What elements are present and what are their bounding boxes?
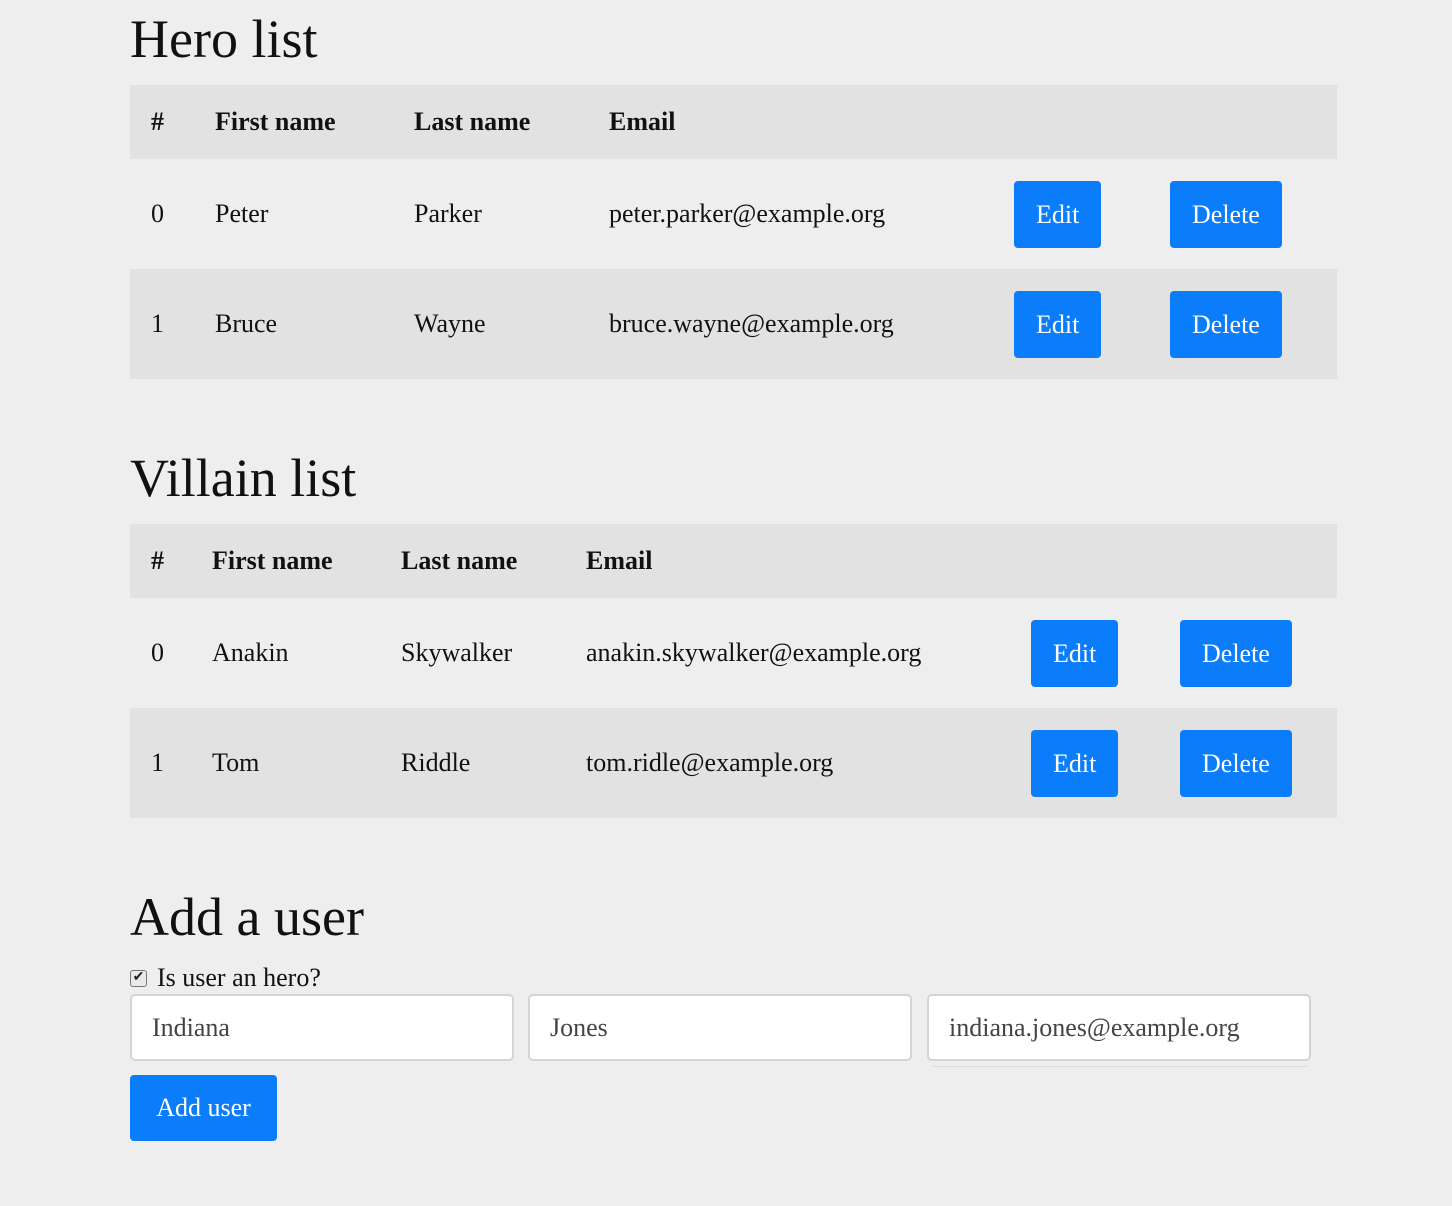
row-last-name: Parker bbox=[414, 199, 482, 228]
column-header-edit bbox=[1031, 524, 1180, 598]
row-email: tom.ridle@example.org bbox=[586, 708, 1031, 818]
edit-button[interactable]: Edit bbox=[1031, 729, 1119, 797]
add-user-button[interactable]: Add user bbox=[130, 1075, 277, 1141]
row-index: 1 bbox=[130, 708, 212, 818]
villain-table: # First name Last name Email 0 Anakin Sk… bbox=[130, 524, 1337, 818]
delete-button[interactable]: Delete bbox=[1170, 180, 1282, 248]
row-last-name: Skywalker bbox=[401, 638, 513, 667]
column-header-index: # bbox=[130, 85, 215, 159]
hero-checkbox-label: Is user an hero? bbox=[157, 963, 321, 992]
row-email: anakin.skywalker@example.org bbox=[586, 638, 922, 667]
column-header-last-name: Last name bbox=[414, 85, 609, 159]
first-name-input[interactable]: Indiana bbox=[130, 994, 514, 1061]
column-header-edit bbox=[1014, 85, 1170, 159]
row-first-name: Tom bbox=[212, 708, 401, 818]
row-index: 0 bbox=[151, 638, 164, 667]
hero-table: # First name Last name Email 0 Peter Par… bbox=[130, 85, 1337, 379]
hero-checkbox-row[interactable]: ✔ Is user an hero? bbox=[130, 963, 321, 993]
column-header-index: # bbox=[130, 524, 212, 598]
row-delete-cell: Delete bbox=[1170, 159, 1337, 269]
row-first-name: Peter bbox=[215, 199, 269, 228]
edit-button[interactable]: Edit bbox=[1031, 619, 1119, 687]
row-edit-cell: Edit bbox=[1014, 159, 1170, 269]
table-row: 1 Bruce Wayne bruce.wayne@example.org Ed… bbox=[130, 269, 1337, 379]
column-header-delete bbox=[1170, 85, 1337, 159]
table-row: 0 Peter Parker peter.parker@example.org … bbox=[130, 159, 1337, 269]
table-row: 0 Anakin Skywalker anakin.skywalker@exam… bbox=[130, 598, 1337, 708]
page: Hero list # First name Last name Email 0… bbox=[0, 0, 1452, 1206]
last-name-input[interactable]: Jones bbox=[528, 994, 912, 1061]
email-input-underline bbox=[932, 1066, 1308, 1067]
villain-list-title: Villain list bbox=[130, 448, 357, 508]
row-first-name: Bruce bbox=[215, 269, 414, 379]
hero-list-title: Hero list bbox=[130, 9, 318, 69]
add-user-title: Add a user bbox=[130, 887, 364, 947]
row-edit-cell: Edit bbox=[1014, 269, 1170, 379]
delete-button[interactable]: Delete bbox=[1170, 290, 1282, 358]
row-edit-cell: Edit bbox=[1031, 598, 1180, 708]
column-header-email: Email bbox=[609, 85, 1014, 159]
row-email: bruce.wayne@example.org bbox=[609, 269, 1014, 379]
column-header-delete bbox=[1180, 524, 1337, 598]
row-delete-cell: Delete bbox=[1170, 269, 1337, 379]
row-edit-cell: Edit bbox=[1031, 708, 1180, 818]
delete-button[interactable]: Delete bbox=[1180, 619, 1292, 687]
row-delete-cell: Delete bbox=[1180, 708, 1337, 818]
edit-button[interactable]: Edit bbox=[1014, 180, 1102, 248]
hero-table-header-row: # First name Last name Email bbox=[130, 85, 1337, 159]
hero-checkbox[interactable]: ✔ bbox=[130, 969, 147, 987]
row-delete-cell: Delete bbox=[1180, 598, 1337, 708]
row-index: 0 bbox=[151, 199, 164, 228]
email-input[interactable]: indiana.jones@example.org bbox=[927, 994, 1311, 1061]
villain-table-header-row: # First name Last name Email bbox=[130, 524, 1337, 598]
row-first-name: Anakin bbox=[212, 638, 289, 667]
delete-button[interactable]: Delete bbox=[1180, 729, 1292, 797]
row-last-name: Wayne bbox=[414, 269, 609, 379]
column-header-last-name: Last name bbox=[401, 524, 586, 598]
row-email: peter.parker@example.org bbox=[609, 199, 886, 228]
row-index: 1 bbox=[130, 269, 215, 379]
row-last-name: Riddle bbox=[401, 708, 586, 818]
column-header-first-name: First name bbox=[212, 524, 401, 598]
column-header-first-name: First name bbox=[215, 85, 414, 159]
edit-button[interactable]: Edit bbox=[1014, 290, 1102, 358]
table-row: 1 Tom Riddle tom.ridle@example.org Edit … bbox=[130, 708, 1337, 818]
column-header-email: Email bbox=[586, 524, 1031, 598]
checkmark-icon: ✔ bbox=[132, 970, 145, 985]
